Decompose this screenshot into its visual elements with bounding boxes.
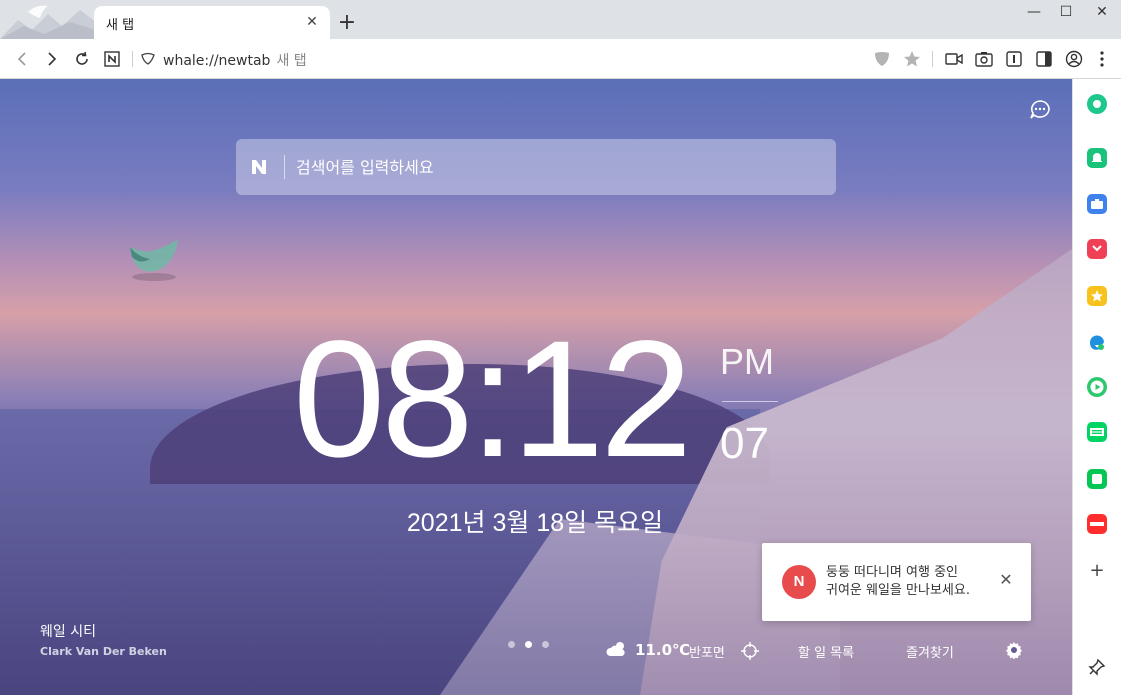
background-pager (508, 641, 549, 648)
menu-kebab-icon[interactable] (1090, 47, 1114, 71)
notice-line-1: 둥둥 떠다니며 여행 중인 (826, 565, 958, 580)
bookmark-star-icon[interactable] (900, 47, 924, 71)
favorites-link[interactable]: 즐겨찾기 (906, 642, 954, 661)
clock-seconds: 07 (720, 419, 769, 468)
tab-close-icon[interactable]: ✕ (302, 12, 322, 32)
forward-icon[interactable] (40, 47, 64, 71)
url-subtitle: 새 탭 (276, 53, 307, 69)
search-box (236, 139, 836, 195)
naver-n-icon (250, 158, 268, 176)
camera-icon[interactable] (972, 47, 996, 71)
address-bar[interactable]: whale://newtab 새 탭 (163, 50, 307, 70)
edge-app-icon[interactable] (1087, 332, 1107, 352)
floating-whale-icon[interactable] (124, 237, 184, 283)
whale-notice-popup: N 둥둥 떠다니며 여행 중인 귀여운 웨일을 만나보세요. ✕ (762, 543, 1031, 621)
tab-title: 새 탭 (106, 18, 135, 33)
tab-new-tab[interactable]: 새 탭 ✕ (94, 6, 330, 39)
naver-home-icon[interactable] (100, 47, 124, 71)
toolbar-divider (132, 51, 133, 67)
green-circle-app-icon[interactable] (1087, 94, 1107, 114)
profile-icon[interactable] (1062, 47, 1086, 71)
clock-ampm: PM (720, 341, 774, 382)
photo-author[interactable]: Clark Van Der Beken (40, 645, 167, 658)
toolbox-app-icon[interactable] (1087, 194, 1107, 214)
notice-close-icon[interactable]: ✕ (998, 572, 1014, 588)
notice-line-2: 귀여운 웨일을 만나보세요. (826, 583, 970, 598)
search-divider (284, 155, 285, 179)
notice-text[interactable]: 둥둥 떠다니며 여행 중인 귀여운 웨일을 만나보세요. (826, 564, 970, 600)
play-app-icon[interactable] (1087, 377, 1107, 397)
pager-dot[interactable] (508, 641, 515, 648)
line-app-icon[interactable] (1087, 469, 1107, 489)
todo-list-link[interactable]: 할 일 목록 (798, 642, 854, 661)
maximize-button[interactable]: ☐ (1046, 0, 1086, 24)
clock-date: 2021년 3월 18일 목요일 (406, 509, 664, 537)
webtoon-app-icon[interactable] (1087, 422, 1107, 442)
reload-icon[interactable] (70, 47, 94, 71)
video-icon[interactable] (942, 47, 966, 71)
naver-badge-icon: N (782, 565, 816, 599)
url-text: whale://newtab (163, 53, 271, 69)
navigation-toolbar: whale://newtab 새 탭 (0, 39, 1121, 79)
weather-temperature[interactable]: 11.0℃ (635, 641, 690, 659)
reader-icon[interactable] (1002, 47, 1026, 71)
new-tab-button[interactable]: + (334, 10, 360, 36)
star-app-icon[interactable] (1087, 286, 1107, 306)
location-target-icon[interactable] (741, 642, 759, 660)
now-app-icon[interactable] (1087, 514, 1107, 534)
whale-url-icon (140, 51, 156, 67)
chat-bubble-icon[interactable] (1029, 99, 1051, 121)
gear-icon[interactable] (1005, 641, 1023, 660)
pocket-app-icon[interactable] (1087, 239, 1107, 259)
clock-hours-minutes: 08:12 (293, 307, 692, 492)
photo-title[interactable]: 웨일 시티 (40, 621, 96, 641)
cloud-weather-icon (606, 640, 628, 658)
new-tab-page: 08:12 PM 07 2021년 3월 18일 목요일 웨일 시티 Clark… (0, 79, 1072, 695)
sidebar-toggle-icon[interactable] (1032, 47, 1056, 71)
side-panel: + (1072, 79, 1121, 695)
back-icon[interactable] (10, 47, 34, 71)
clock-divider (722, 401, 778, 402)
title-bar: 새 탭 ✕ + — ☐ ✕ (0, 0, 1121, 39)
pager-dot-active[interactable] (525, 641, 532, 648)
weather-location[interactable]: 반포면 (689, 642, 725, 661)
search-input[interactable] (296, 139, 816, 195)
close-window-button[interactable]: ✕ (1082, 0, 1121, 24)
pin-icon[interactable] (1087, 657, 1107, 677)
shield-icon[interactable] (870, 47, 894, 71)
pager-dot[interactable] (542, 641, 549, 648)
tab-strip-artwork (0, 0, 96, 39)
bell-app-icon[interactable] (1087, 148, 1107, 168)
toolbar-divider (932, 51, 933, 67)
add-panel-app-button[interactable]: + (1087, 561, 1107, 581)
